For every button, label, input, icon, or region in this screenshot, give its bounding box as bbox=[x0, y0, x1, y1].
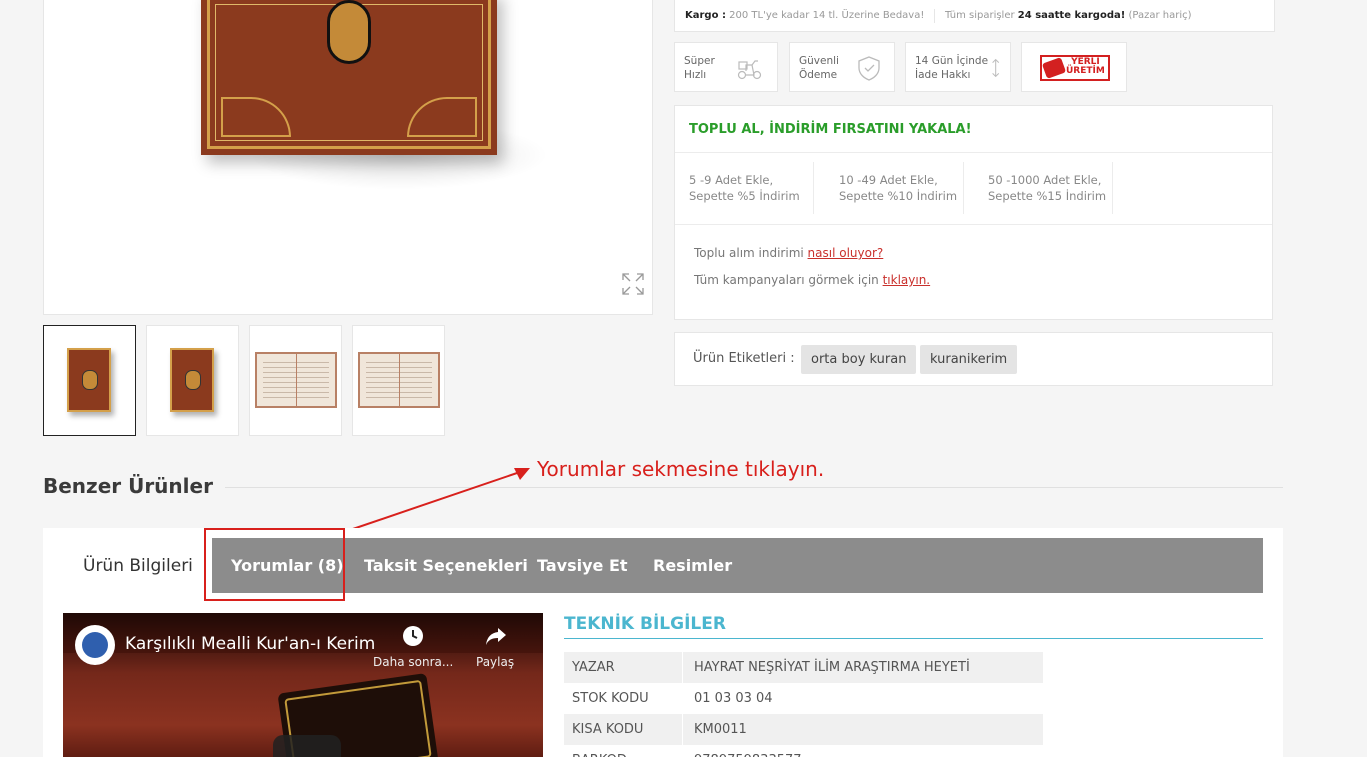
yerli-uretim-badge: YERLİ ÜRETİM bbox=[1021, 42, 1127, 92]
tech-info-title: TEKNİK BİLGİLER bbox=[564, 614, 726, 634]
shipping-right-bold: 24 saatte kargoda! bbox=[1017, 10, 1126, 21]
product-main-image[interactable] bbox=[43, 0, 653, 315]
tech-value: 9789759833577 bbox=[694, 753, 802, 757]
bulk-discount-box: TOPLU AL, İNDİRİM FIRSATINI YAKALA! 5 -9… bbox=[674, 105, 1273, 320]
expand-icon[interactable] bbox=[622, 273, 644, 295]
bulk-how-line: Toplu alım indirimi nasıl oluyor? bbox=[694, 246, 883, 260]
bulk-option-1-line1: 5 -9 Adet Ekle, bbox=[689, 173, 774, 187]
bulk-option-2-line1: 10 -49 Adet Ekle, bbox=[839, 173, 938, 187]
tech-key: KISA KODU bbox=[572, 722, 644, 737]
thumbnail-2[interactable] bbox=[146, 325, 239, 436]
shield-icon bbox=[858, 56, 880, 81]
shipping-right-prefix: Tüm siparişler bbox=[945, 10, 1015, 21]
thumbnail-3[interactable] bbox=[249, 325, 342, 436]
badge-secure-line2: Ödeme bbox=[799, 69, 838, 81]
tech-value: KM0011 bbox=[694, 722, 747, 737]
watch-later-label[interactable]: Daha sonra... bbox=[373, 655, 453, 669]
campaigns-link[interactable]: tıklayın. bbox=[883, 273, 931, 287]
shipping-label: Kargo : bbox=[685, 10, 726, 21]
tab-product-info[interactable]: Ürün Bilgileri bbox=[83, 556, 193, 576]
tech-value: 01 03 03 04 bbox=[694, 691, 773, 706]
badge-return-line1: 14 Gün İçinde bbox=[915, 55, 989, 67]
channel-logo[interactable] bbox=[75, 625, 115, 665]
handshake-icon bbox=[1041, 57, 1067, 79]
bulk-option-3: 50 -1000 Adet Ekle, Sepette %15 İndirim bbox=[988, 172, 1106, 204]
bulk-option-2: 10 -49 Adet Ekle, Sepette %10 İndirim bbox=[839, 172, 957, 204]
yerli-line2: ÜRETİM bbox=[1066, 66, 1105, 76]
tags-label: Ürün Etiketleri : bbox=[693, 351, 795, 366]
badge-fast-line1: Süper bbox=[684, 55, 715, 67]
updown-arrows-icon bbox=[992, 58, 1000, 78]
tech-info-divider bbox=[564, 638, 1263, 639]
table-row: BARKOD 9789759833577 bbox=[564, 745, 1043, 757]
shipping-right-suffix: (Pazar hariç) bbox=[1128, 10, 1192, 21]
shipping-info-bar: Kargo : 200 TL'ye kadar 14 tl. Üzerine B… bbox=[674, 0, 1275, 32]
tech-value: HAYRAT NEŞRİYAT İLİM ARAŞTIRMA HEYETİ bbox=[694, 660, 970, 675]
youtube-video-embed[interactable]: Karşılıklı Mealli Kur'an-ı Kerim Daha so… bbox=[63, 613, 543, 757]
table-row: YAZAR HAYRAT NEŞRİYAT İLİM ARAŞTIRMA HEYE… bbox=[564, 652, 1043, 683]
video-title[interactable]: Karşılıklı Mealli Kur'an-ı Kerim bbox=[125, 634, 375, 654]
tech-key: STOK KODU bbox=[572, 691, 649, 706]
campaigns-line: Tüm kampanyaları görmek için tıklayın. bbox=[694, 273, 930, 287]
book-cover-image bbox=[201, 0, 497, 155]
badge-return-line2: İade Hakkı bbox=[915, 69, 971, 81]
badge-return: 14 Gün İçinde İade Hakkı bbox=[905, 42, 1011, 92]
tag-kuranikerim[interactable]: kuranikerim bbox=[920, 345, 1018, 374]
badge-fast: Süper Hızlı bbox=[674, 42, 778, 92]
tab-images[interactable]: Resimler bbox=[653, 556, 732, 575]
thumbnail-4[interactable] bbox=[352, 325, 445, 436]
bulk-how-text: Toplu alım indirimi bbox=[694, 246, 804, 260]
similar-products-title: Benzer Ürünler bbox=[43, 474, 213, 498]
tab-installments[interactable]: Taksit Seçenekleri bbox=[364, 556, 528, 575]
product-tags-box: Ürün Etiketleri : orta boy kuran kuranik… bbox=[674, 332, 1273, 386]
table-row: STOK KODU 01 03 03 04 bbox=[564, 683, 1043, 714]
badge-secure-line1: Güvenli bbox=[799, 55, 839, 67]
share-label[interactable]: Paylaş bbox=[476, 655, 514, 669]
play-button[interactable] bbox=[273, 735, 341, 757]
scooter-icon bbox=[737, 60, 762, 80]
annotation-text: Yorumlar sekmesine tıklayın. bbox=[537, 457, 825, 481]
tech-key: YAZAR bbox=[572, 660, 615, 675]
bulk-option-1: 5 -9 Adet Ekle, Sepette %5 İndirim bbox=[689, 172, 800, 204]
tab-recommend[interactable]: Tavsiye Et bbox=[537, 556, 628, 575]
bulk-option-1-line2: Sepette %5 İndirim bbox=[689, 189, 800, 203]
tag-orta-boy-kuran[interactable]: orta boy kuran bbox=[801, 345, 917, 374]
annotation-highlight-box bbox=[204, 528, 345, 601]
badge-secure: Güvenli Ödeme bbox=[789, 42, 895, 92]
clock-icon[interactable] bbox=[402, 625, 424, 647]
bulk-option-3-line2: Sepette %15 İndirim bbox=[988, 189, 1107, 203]
tabbar: Yorumlar (8) Taksit Seçenekleri Tavsiye … bbox=[212, 538, 1263, 593]
share-icon[interactable] bbox=[485, 625, 507, 647]
bulk-option-2-line2: Sepette %10 İndirim bbox=[839, 189, 958, 203]
bulk-discount-title: TOPLU AL, İNDİRİM FIRSATINI YAKALA! bbox=[689, 122, 972, 137]
thumbnail-1[interactable] bbox=[43, 325, 136, 436]
tech-info-table: YAZAR HAYRAT NEŞRİYAT İLİM ARAŞTIRMA HEYE… bbox=[564, 652, 1043, 757]
bulk-how-link[interactable]: nasıl oluyor? bbox=[808, 246, 884, 260]
bulk-option-3-line1: 50 -1000 Adet Ekle, bbox=[988, 173, 1102, 187]
badge-fast-line2: Hızlı bbox=[684, 69, 707, 81]
campaigns-text: Tüm kampanyaları görmek için bbox=[694, 273, 879, 287]
shipping-text: 200 TL'ye kadar 14 tl. Üzerine Bedava! bbox=[729, 10, 925, 21]
tech-key: BARKOD bbox=[572, 753, 627, 757]
table-row: KISA KODU KM0011 bbox=[564, 714, 1043, 745]
